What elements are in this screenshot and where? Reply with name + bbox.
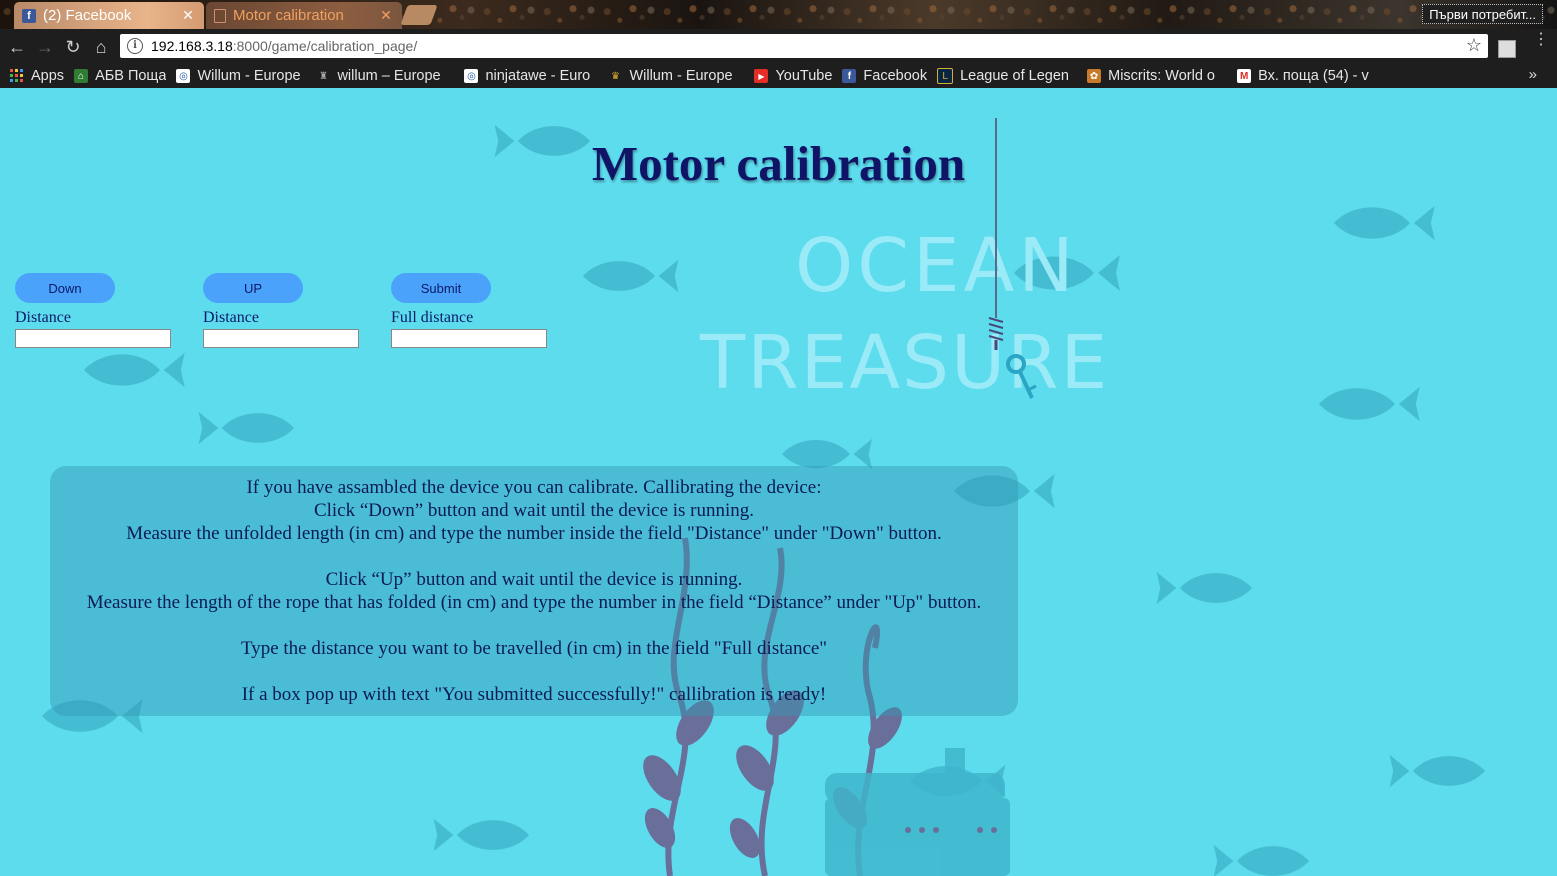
profile-button[interactable]: Първи потребит... [1422, 4, 1543, 24]
instruction-line: If a box pop up with text "You submitted… [241, 684, 827, 705]
full-distance-label: Full distance [391, 309, 474, 326]
tab-motor-calibration[interactable]: Motor calibration ✕ [206, 2, 402, 29]
close-icon[interactable]: ✕ [180, 7, 196, 24]
bookmark-willum-2[interactable]: ♜ willum – Europe [316, 68, 454, 84]
miscrits-icon: ✿ [1087, 69, 1102, 83]
down-button[interactable]: Down [15, 273, 115, 303]
instruction-line: Measure the unfolded length (in cm) and … [126, 523, 942, 544]
ninja-icon: ◎ [464, 69, 479, 83]
tab-title: Motor calibration [233, 7, 344, 24]
extension-icon[interactable] [1498, 40, 1516, 58]
reload-icon[interactable]: ↻ [62, 36, 84, 58]
tab-strip: f (2) Facebook ✕ Motor calibration ✕ Пър… [0, 0, 1557, 29]
url-path: :8000/game/calibration_page/ [232, 38, 418, 54]
league-icon: L [937, 68, 954, 84]
address-bar[interactable]: i 192.168.3.18:8000/game/calibration_pag… [120, 34, 1488, 58]
bookmark-willum-3[interactable]: ♛ Willum - Europe [608, 68, 744, 84]
home-icon[interactable]: ⌂ [90, 36, 112, 58]
page-body: OCEAN TREASURE Motor calibration Down Di… [0, 88, 1557, 876]
url-host: 192.168.3.18 [151, 38, 233, 54]
youtube-icon: ▶ [754, 69, 769, 83]
up-control-group: UP Distance [203, 273, 359, 348]
facebook-icon: f [22, 8, 36, 23]
bookmark-youtube[interactable]: ▶ YouTube [754, 68, 832, 84]
instructions-panel: If you have assambled the device you can… [50, 466, 1018, 716]
bookmark-ninjatawe[interactable]: ◎ ninjatawe - Euro [464, 68, 598, 84]
bookmarks-overflow-button[interactable]: » [1529, 66, 1537, 83]
page-title: Motor calibration [591, 136, 966, 191]
bookmarks-bar: Apps ⌂ АБВ Поща ◎ Willum - Europe ♜ willum … [0, 64, 1557, 88]
instruction-line: Click “Down” button and wait until the d… [313, 500, 755, 521]
submit-button[interactable]: Submit [391, 273, 491, 303]
full-distance-input[interactable] [391, 329, 547, 348]
close-icon[interactable]: ✕ [378, 7, 394, 24]
logo-treasure: TREASURE [700, 320, 1110, 406]
info-icon[interactable]: i [127, 38, 143, 54]
down-distance-label: Distance [15, 309, 71, 326]
bookmark-gmail[interactable]: M Вх. поща (54) - v [1237, 68, 1377, 84]
submit-control-group: Submit Full distance [391, 273, 547, 348]
menu-icon[interactable]: ⋮ [1533, 32, 1549, 48]
willum-castle-icon: ♜ [318, 70, 328, 82]
willum-icon: ◎ [176, 69, 191, 83]
bookmark-star-icon[interactable]: ☆ [1466, 35, 1482, 56]
bookmark-apps[interactable]: Apps [10, 68, 64, 84]
browser-toolbar: ← → ↻ ⌂ i 192.168.3.18:8000/game/calibra… [0, 29, 1557, 64]
down-control-group: Down Distance [15, 273, 171, 348]
gmail-icon: M [1237, 69, 1252, 83]
page-icon [214, 8, 226, 23]
instruction-line: If you have assambled the device you can… [246, 477, 822, 498]
tab-facebook[interactable]: f (2) Facebook ✕ [14, 2, 204, 29]
bookmark-abv[interactable]: ⌂ АБВ Поща [74, 68, 166, 84]
back-icon[interactable]: ← [6, 36, 28, 58]
tab-title: (2) Facebook [43, 7, 132, 24]
bookmark-willum-1[interactable]: ◎ Willum - Europe [176, 68, 306, 84]
bookmark-miscrits[interactable]: ✿ Miscrits: World o [1087, 68, 1227, 84]
down-distance-input[interactable] [15, 329, 171, 348]
up-button[interactable]: UP [203, 273, 303, 303]
up-distance-label: Distance [203, 309, 259, 326]
bookmark-facebook[interactable]: f Facebook [842, 68, 927, 84]
facebook-icon: f [842, 69, 857, 83]
instruction-spacer [50, 614, 1018, 637]
forward-icon[interactable]: → [34, 36, 56, 58]
instruction-spacer [50, 545, 1018, 568]
abv-house-icon: ⌂ [74, 69, 89, 83]
crown-icon: ♛ [610, 70, 620, 82]
instruction-line: Type the distance you want to be travell… [240, 638, 828, 659]
instruction-line: Click “Up” button and wait until the dev… [325, 569, 743, 590]
bookmark-league[interactable]: L League of Legen [937, 68, 1077, 84]
instruction-line: Measure the length of the rope that has … [86, 592, 982, 613]
up-distance-input[interactable] [203, 329, 359, 348]
apps-grid-icon [10, 69, 24, 83]
instruction-spacer [50, 660, 1018, 683]
